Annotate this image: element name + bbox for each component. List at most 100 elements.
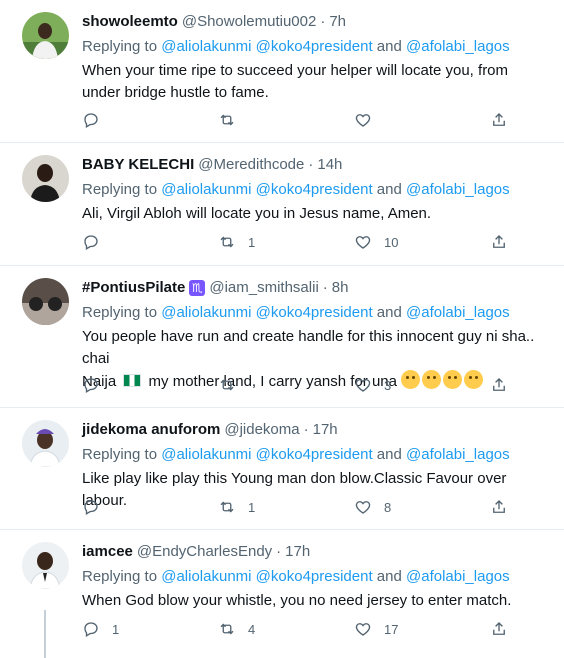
retweet-button[interactable]: 1 [218,232,354,252]
action-bar: 1 8 [82,497,548,517]
reply-icon [84,113,98,128]
action-bar: 1 4 17 [82,619,548,639]
tweet[interactable]: BABY KELECHI @Meredithcode · 14h Replyin… [0,143,564,266]
share-button[interactable] [490,619,508,639]
mention-link[interactable]: @koko4president [256,181,373,198]
tweet-header: #PontiusPilate ♏ @iam_smithsalii · 8h [82,266,548,298]
reply-button[interactable] [82,497,218,517]
share-button[interactable] [490,375,508,395]
tweet-header: BABY KELECHI @Meredithcode · 14h [82,143,548,175]
user-handle[interactable]: @iam_smithsalii [209,278,318,298]
retweet-icon [220,623,234,635]
tweet-header: iamcee @EndyCharlesEndy · 17h [82,530,548,562]
tweet-text: Ali, Virgil Abloh will locate you in Jes… [82,205,432,222]
retweet-icon [220,114,234,126]
mention-link[interactable]: @aliolakunmi [161,446,251,463]
like-button[interactable]: 10 [354,232,490,252]
display-name[interactable]: jidekoma anuforom [82,420,220,440]
mention-link[interactable]: @koko4president [256,568,373,585]
heart-icon [355,379,371,392]
retweet-button[interactable]: 4 [218,619,354,639]
timestamp[interactable]: 17h [285,542,310,562]
reply-icon [84,235,98,250]
share-icon [493,500,505,513]
scorpio-badge-icon: ♏ [189,280,206,296]
share-button[interactable] [490,497,508,517]
heart-icon [355,236,371,249]
share-button[interactable] [490,110,508,130]
share-button[interactable] [490,232,508,252]
thread-line [44,610,46,658]
action-bar: 1 10 [82,232,548,252]
timestamp[interactable]: 14h [317,155,342,175]
mention-link[interactable]: @koko4president [256,304,373,321]
display-name[interactable]: BABY KELECHI [82,155,194,175]
reply-button[interactable] [82,232,218,252]
tweet[interactable]: jidekoma anuforom @jidekoma · 17h Replyi… [0,408,564,530]
separator-dot: · [308,156,314,173]
display-name[interactable]: #PontiusPilate [82,278,185,298]
heart-icon [355,501,371,514]
mention-link[interactable]: @afolabi_lagos [406,38,510,55]
replying-to: Replying to @aliolakunmi @koko4president… [82,181,510,198]
share-icon [493,622,505,635]
mention-link[interactable]: @afolabi_lagos [406,181,510,198]
user-handle[interactable]: @Showolemutiu002 [182,12,316,32]
replying-to: Replying to @aliolakunmi @koko4president… [82,446,510,463]
tweet[interactable]: iamcee @EndyCharlesEndy · 17h Replying t… [0,530,564,658]
timestamp[interactable]: 7h [329,12,346,32]
avatar[interactable] [22,155,69,202]
display-name[interactable]: iamcee [82,542,133,562]
tweet-header: showoleemto @Showolemutiu002 · 7h [82,0,548,32]
avatar[interactable] [22,12,69,59]
action-bar [82,110,548,130]
separator-dot: · [276,543,282,560]
mention-link[interactable]: @afolabi_lagos [406,304,510,321]
mention-link[interactable]: @koko4president [256,38,373,55]
like-button[interactable]: 3 [354,375,490,395]
reply-feed: showoleemto @Showolemutiu002 · 7h Replyi… [0,0,564,658]
avatar[interactable] [22,420,69,467]
share-icon [493,235,505,248]
reply-button[interactable] [82,375,218,395]
timestamp[interactable]: 8h [332,278,349,298]
action-bar: 3 [82,375,548,395]
timestamp[interactable]: 17h [313,420,338,440]
retweet-button[interactable]: 1 [218,497,354,517]
replying-to: Replying to @aliolakunmi @koko4president… [82,38,510,55]
separator-dot: · [303,421,309,438]
like-button[interactable]: 8 [354,497,490,517]
heart-icon [355,114,371,127]
share-icon [493,378,505,391]
user-handle[interactable]: @EndyCharlesEndy [137,542,272,562]
heart-icon [355,623,371,636]
tweet[interactable]: showoleemto @Showolemutiu002 · 7h Replyi… [0,0,564,143]
tweet-text: When God blow your whistle, you no need … [82,592,512,609]
retweet-button[interactable] [218,110,354,130]
avatar[interactable] [22,278,69,325]
mention-link[interactable]: @aliolakunmi [161,181,251,198]
separator-dot: · [320,13,326,30]
mention-link[interactable]: @koko4president [256,446,373,463]
mention-link[interactable]: @aliolakunmi [161,568,251,585]
replying-to: Replying to @aliolakunmi @koko4president… [82,568,510,585]
user-handle[interactable]: @jidekoma [224,420,299,440]
mention-link[interactable]: @aliolakunmi [161,38,251,55]
retweet-icon [220,379,234,391]
avatar[interactable] [22,542,69,589]
like-button[interactable]: 17 [354,619,490,639]
tweet-text: When your time ripe to succeed your help… [82,62,513,101]
user-handle[interactable]: @Meredithcode [198,155,304,175]
mention-link[interactable]: @aliolakunmi [161,304,251,321]
reply-icon [84,622,98,637]
reply-button[interactable] [82,110,218,130]
retweet-button[interactable] [218,375,354,395]
display-name[interactable]: showoleemto [82,12,178,32]
tweet[interactable]: #PontiusPilate ♏ @iam_smithsalii · 8h Re… [0,266,564,408]
reply-button[interactable]: 1 [82,619,218,639]
mention-link[interactable]: @afolabi_lagos [406,568,510,585]
reply-icon [84,500,98,515]
like-button[interactable] [354,110,490,130]
mention-link[interactable]: @afolabi_lagos [406,446,510,463]
reply-icon [84,378,98,393]
